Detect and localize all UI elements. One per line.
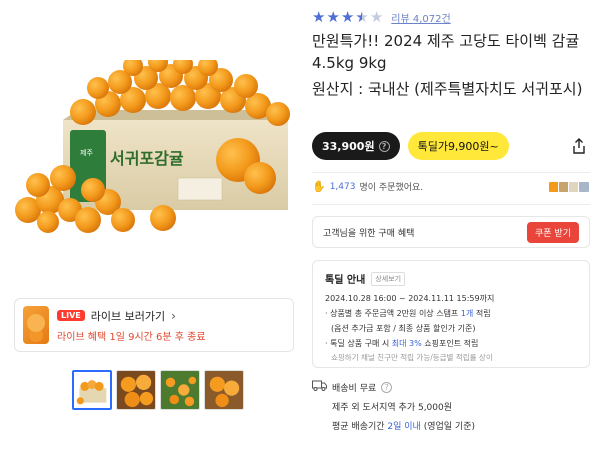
- divider: [312, 204, 590, 205]
- review-count-link[interactable]: 리뷰 4,072건: [391, 10, 450, 25]
- live-badge: LIVE: [57, 310, 85, 321]
- coupon-label: 고객님을 위한 구매 혜택: [323, 228, 415, 239]
- hand-icon: ✋: [312, 180, 326, 193]
- deal-benefit-2: · 톡딜 상품 구매 시 최대 3% 쇼핑포인트 적립: [325, 339, 479, 348]
- svg-text:제주: 제주: [80, 149, 93, 157]
- deal-title: 톡딜 안내: [325, 275, 366, 286]
- shipping-extra: 제주 외 도서지역 추가 5,000원: [332, 403, 453, 413]
- coupon-box: 고객님을 위한 구매 혜택 쿠폰 받기: [312, 216, 590, 248]
- order-avatars: [548, 180, 590, 193]
- coupon-button[interactable]: 쿠폰 받기: [527, 221, 579, 243]
- star-half-icon: ★: [355, 8, 369, 26]
- live-title: 라이브 보러가기: [90, 309, 166, 323]
- shipping-free: 배송비 무료: [332, 383, 377, 394]
- thumbnail-1[interactable]: [72, 370, 112, 410]
- thumbnail-strip: [72, 370, 244, 410]
- deal-benefit-1: · 상품별 총 주문금액 2만원 이상 스탬프 1개 적립: [325, 309, 491, 318]
- orders-row: ✋ 1,473 명이 주문했어요.: [312, 180, 590, 193]
- info-icon[interactable]: ?: [381, 381, 393, 393]
- deal-price-button[interactable]: 톡딜가9,900원~: [407, 132, 509, 160]
- star-icon: ★: [312, 8, 326, 26]
- product-title: 만원특가!! 2024 제주 고당도 타이벡 감귤 4.5kg 9kg: [312, 32, 580, 72]
- thumbnail-2[interactable]: [116, 370, 156, 410]
- thumbnail-3[interactable]: [160, 370, 200, 410]
- deal-benefit-1-note: (옵션 추가금 포함 / 최종 상품 할인가 기준): [331, 324, 476, 333]
- thumbnail-4[interactable]: [204, 370, 244, 410]
- star-empty-icon: ★: [369, 8, 384, 26]
- truck-icon: [312, 380, 327, 394]
- share-icon[interactable]: [568, 135, 590, 157]
- orders-text: 명이 주문했어요.: [359, 183, 424, 193]
- live-subtitle: 라이브 혜택 1일 9시간 6분 후 종료: [57, 331, 206, 343]
- deal-info-box: 톡딜 안내 상세보기 2024.10.28 16:00 ~ 2024.11.11…: [312, 260, 590, 368]
- info-icon[interactable]: ?: [378, 140, 390, 152]
- star-icon: ★: [326, 8, 340, 26]
- deal-period: 2024.10.28 16:00 ~ 2024.11.11 15:59까지: [325, 294, 495, 303]
- shipping-info: 배송비 무료 ? 제주 외 도서지역 추가 5,000원 평균 배송기간 2일 …: [312, 380, 590, 432]
- deal-detail-link[interactable]: 상세보기: [371, 271, 406, 286]
- live-banner[interactable]: LIVE 라이브 보러가기 › 라이브 혜택 1일 9시간 6분 후 종료: [14, 298, 294, 352]
- rating-stars: ★ ★ ★ ★ ★: [312, 10, 383, 25]
- order-count: 1,473: [329, 181, 356, 192]
- chevron-right-icon: ›: [171, 308, 176, 323]
- box-label: 서귀포감귤: [110, 149, 184, 168]
- regular-price-button[interactable]: 33,900원 ?: [312, 132, 400, 160]
- product-origin: 원산지 : 국내산 (제주특별자치도 서귀포시): [312, 80, 583, 98]
- live-thumbnail: [23, 306, 49, 344]
- deal-note: 쇼핑하기 채널 친구만 적립 가능/등급별 적립률 상이: [331, 353, 493, 362]
- star-icon: ★: [340, 8, 355, 26]
- price-row: 33,900원 ? 톡딜가9,900원~: [312, 132, 590, 160]
- rating-row: ★ ★ ★ ★ ★ 리뷰 4,072건: [312, 10, 451, 26]
- shipping-average: 평균 배송기간 2일 이내 (영업일 기준): [332, 422, 475, 432]
- divider: [312, 172, 590, 173]
- product-main-image: 제주 서귀포감귤: [8, 52, 298, 240]
- regular-price: 33,900원: [322, 140, 375, 153]
